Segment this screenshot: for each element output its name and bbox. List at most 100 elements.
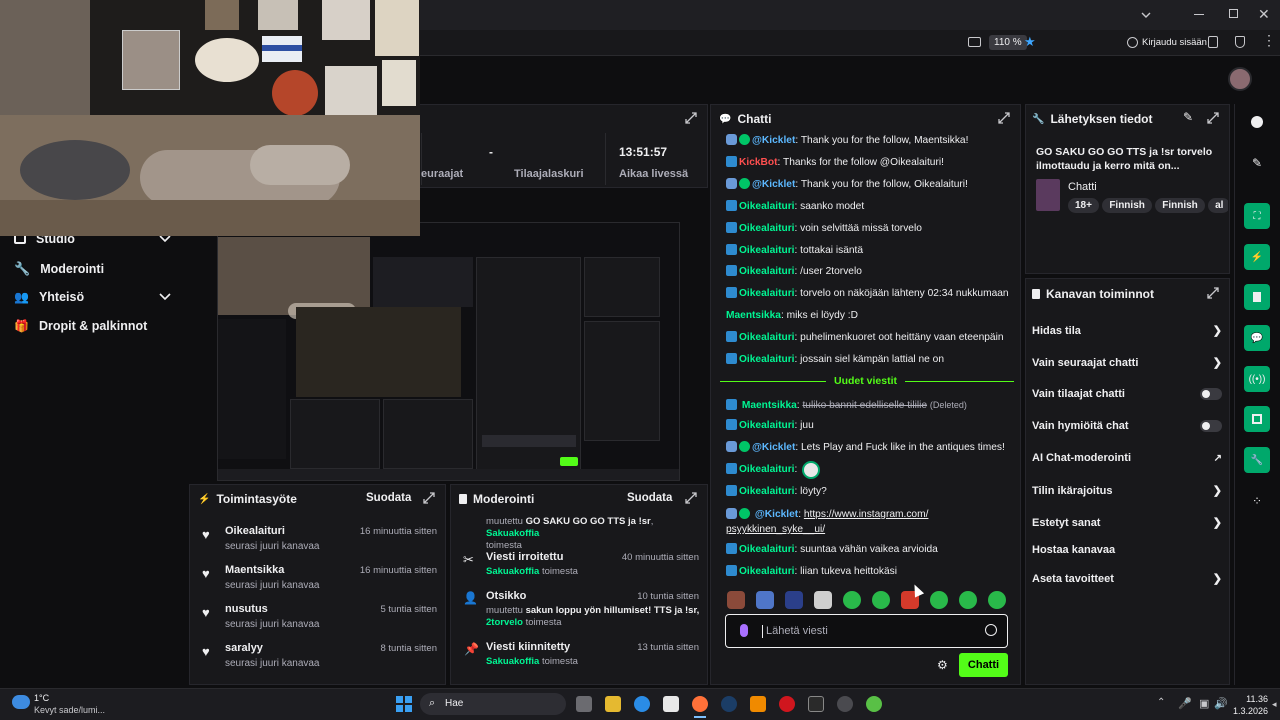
chat-username[interactable]: Oikealaituri bbox=[739, 420, 795, 431]
star-icon[interactable]: ★ bbox=[1024, 34, 1036, 50]
opera-icon[interactable] bbox=[779, 696, 795, 712]
layout-icon[interactable] bbox=[1244, 406, 1270, 432]
toggle[interactable] bbox=[1200, 420, 1222, 432]
apps-icon[interactable]: ⁘ bbox=[1244, 488, 1270, 514]
steam-icon[interactable] bbox=[721, 696, 737, 712]
edge-icon[interactable] bbox=[634, 696, 650, 712]
windows-start-icon[interactable] bbox=[396, 696, 412, 712]
camera-icon[interactable]: ⛶ bbox=[1244, 203, 1270, 229]
action-blocked-words[interactable]: Estetyt sanat ❯ bbox=[1032, 516, 1222, 530]
emote-icon[interactable] bbox=[843, 591, 861, 609]
chat-username[interactable]: Oikealaituri bbox=[739, 288, 795, 299]
category-name[interactable]: Chatti bbox=[1068, 181, 1097, 193]
chat-username[interactable]: Oikealaituri bbox=[739, 464, 795, 475]
action-emotes-only[interactable]: Vain hymiöitä chat bbox=[1032, 420, 1222, 432]
document-icon[interactable] bbox=[1244, 284, 1270, 310]
popout-icon[interactable] bbox=[423, 492, 435, 504]
chat-username[interactable]: Oikealaituri bbox=[739, 354, 795, 365]
emoji-icon[interactable] bbox=[985, 624, 997, 636]
chat-username[interactable]: Oikealaituri bbox=[739, 245, 795, 256]
popout-icon[interactable] bbox=[685, 112, 697, 124]
notification-icon[interactable]: ◂ bbox=[1272, 699, 1277, 710]
nav-item-moderation[interactable]: 🔧 Moderointi bbox=[14, 261, 104, 277]
emote-icon[interactable] bbox=[930, 591, 948, 609]
broadcast-icon[interactable]: ((•)) bbox=[1244, 366, 1270, 392]
chat-username[interactable]: KickBot bbox=[739, 157, 778, 168]
chat-username[interactable]: Oikealaituri bbox=[739, 223, 795, 234]
close-icon[interactable]: ✕ bbox=[1258, 6, 1270, 23]
chat-username[interactable]: Oikealaituri bbox=[739, 201, 795, 212]
firefox-icon[interactable] bbox=[692, 696, 708, 712]
vlc-icon[interactable] bbox=[750, 696, 766, 712]
edit-pencil-icon[interactable]: ✎ bbox=[1244, 150, 1270, 176]
chat-link[interactable]: https://www.instagram.com/ bbox=[804, 509, 929, 520]
edit-pencil-icon[interactable]: ✎ bbox=[1183, 110, 1193, 124]
extensions-icon[interactable] bbox=[1208, 36, 1218, 48]
emote-icon[interactable] bbox=[727, 591, 745, 609]
action-subscribers-only[interactable]: Vain tilaajat chatti bbox=[1032, 388, 1222, 400]
chat-username[interactable]: Oikealaituri bbox=[739, 566, 795, 577]
store-icon[interactable] bbox=[663, 696, 679, 712]
activity-filter-button[interactable]: Suodata bbox=[366, 492, 411, 504]
chat-username[interactable]: @Kicklet bbox=[752, 135, 795, 146]
tray-chevron-icon[interactable]: ⌃ bbox=[1157, 697, 1165, 708]
microphone-icon[interactable]: 🎤 bbox=[1178, 697, 1192, 710]
bolt-icon[interactable]: ⚡ bbox=[1244, 244, 1270, 270]
file-explorer-icon[interactable] bbox=[605, 696, 621, 712]
chat-bubble-icon[interactable]: 💬 bbox=[1244, 325, 1270, 351]
send-chat-button[interactable]: Chatti bbox=[959, 653, 1008, 677]
emote-icon[interactable] bbox=[872, 591, 890, 609]
microphone-icon[interactable] bbox=[740, 624, 748, 637]
popout-icon[interactable] bbox=[998, 112, 1010, 124]
zoom-level[interactable]: 110 % bbox=[989, 35, 1027, 50]
nav-item-drops[interactable]: 🎁 Dropit & palkinnot bbox=[14, 319, 147, 333]
action-host-channel[interactable]: Hostaa kanavaa bbox=[1032, 544, 1222, 556]
chat-username[interactable]: @Kicklet bbox=[752, 179, 795, 190]
chrome-icon[interactable] bbox=[837, 696, 853, 712]
action-slow-mode[interactable]: Hidas tila ❯ bbox=[1032, 324, 1222, 338]
chat-input-field[interactable]: Lähetä viesti bbox=[725, 614, 1008, 648]
network-icon[interactable]: ▣ bbox=[1199, 697, 1209, 710]
chat-username[interactable]: Oikealaituri bbox=[739, 544, 795, 555]
toggle[interactable] bbox=[1200, 388, 1222, 400]
chevron-down-icon[interactable] bbox=[158, 291, 172, 303]
action-set-goals[interactable]: Aseta tavoitteet ❯ bbox=[1032, 572, 1222, 586]
maximize-icon[interactable] bbox=[1229, 9, 1238, 18]
emote-icon[interactable] bbox=[756, 591, 774, 609]
emote-icon[interactable] bbox=[959, 591, 977, 609]
kick-icon[interactable] bbox=[866, 696, 882, 712]
action-ai-moderation[interactable]: AI Chat-moderointi ↗ bbox=[1032, 452, 1222, 464]
chat-username[interactable]: Maentsikka bbox=[726, 310, 781, 321]
chat-username[interactable]: @Kicklet bbox=[752, 442, 795, 453]
emote-icon[interactable] bbox=[814, 591, 832, 609]
chat-username[interactable]: Oikealaituri bbox=[739, 266, 795, 277]
avatar[interactable] bbox=[1228, 67, 1252, 91]
moderation-filter-button[interactable]: Suodata bbox=[627, 492, 672, 504]
chat-link-continued[interactable]: psyykkinen_syke__ui/ bbox=[726, 524, 825, 535]
clock-date[interactable]: 1.3.2026 bbox=[1233, 706, 1268, 716]
taskview-icon[interactable] bbox=[576, 696, 592, 712]
taskbar-search[interactable]: ⌕ Hae bbox=[420, 693, 566, 715]
popout-icon[interactable] bbox=[1207, 287, 1219, 299]
wrench-icon[interactable]: 🔧 bbox=[1244, 447, 1270, 473]
menu-icon[interactable]: ⋮ bbox=[1262, 32, 1276, 49]
chat-username[interactable]: Oikealaituri bbox=[739, 486, 795, 497]
minimize-icon[interactable] bbox=[1194, 14, 1204, 15]
info-icon[interactable] bbox=[1244, 109, 1270, 135]
shield-icon[interactable] bbox=[1235, 36, 1245, 48]
action-age-restriction[interactable]: Tilin ikärajoitus ❯ bbox=[1032, 484, 1222, 498]
emote-icon[interactable] bbox=[785, 591, 803, 609]
emote-icon[interactable] bbox=[988, 591, 1006, 609]
volume-icon[interactable]: 🔊 bbox=[1214, 697, 1228, 710]
screen-icon[interactable] bbox=[968, 37, 981, 47]
terminal-icon[interactable] bbox=[808, 696, 824, 712]
action-followers-only[interactable]: Vain seuraajat chatti ❯ bbox=[1032, 356, 1222, 370]
stream-preview[interactable] bbox=[217, 222, 680, 481]
chevron-down-icon[interactable] bbox=[1140, 9, 1152, 21]
login-button[interactable]: Kirjaudu sisään bbox=[1142, 37, 1207, 48]
settings-gear-icon[interactable]: ⚙ bbox=[937, 658, 948, 672]
chat-username[interactable]: Oikealaituri bbox=[739, 332, 795, 343]
clock-time[interactable]: 11.36 bbox=[1238, 694, 1268, 704]
nav-item-community[interactable]: 👥 Yhteisö bbox=[14, 290, 84, 304]
popout-icon[interactable] bbox=[685, 492, 697, 504]
